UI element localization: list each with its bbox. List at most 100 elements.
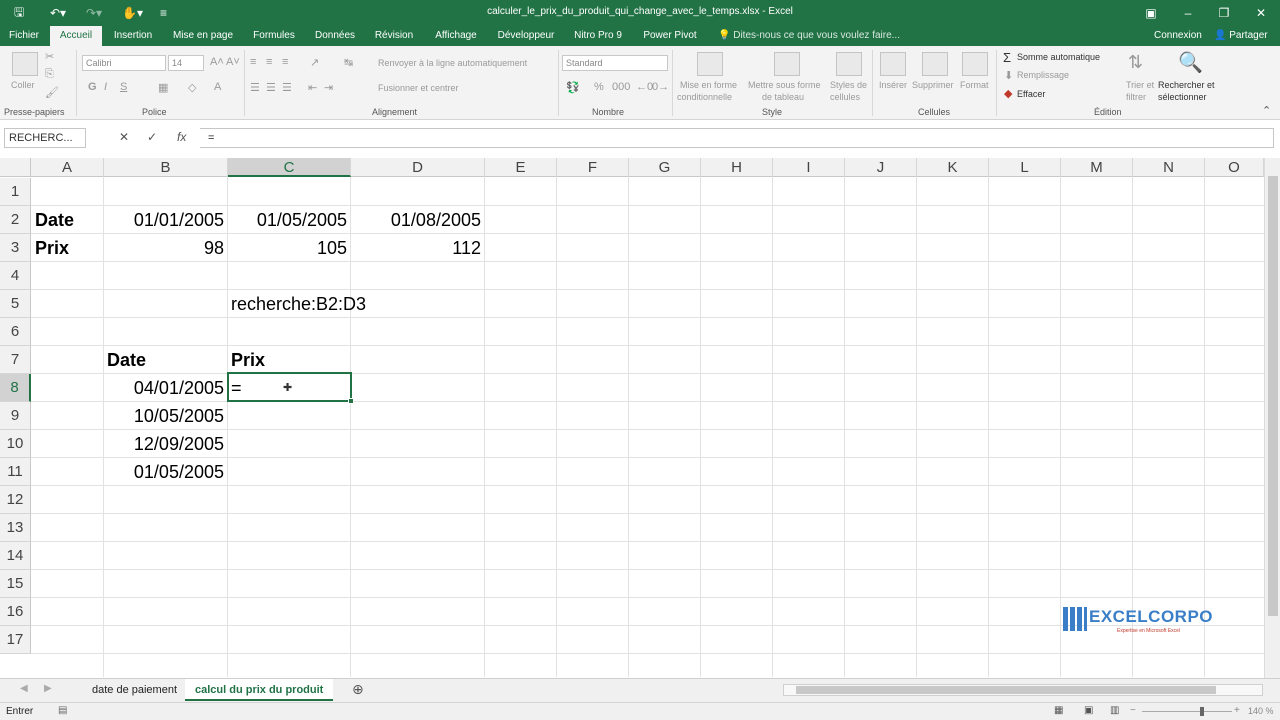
name-box[interactable]: RECHERC... [4,128,86,148]
fill-icon[interactable]: ⬇ [1004,69,1013,82]
row-header-5[interactable]: 5 [0,290,31,318]
format-cells-button[interactable]: Format [960,80,989,90]
align-middle-icon[interactable]: ≡ [266,56,272,68]
fill-color-icon[interactable]: ◇ [188,81,196,94]
cell-b7[interactable]: Date [107,346,146,374]
insert-cells-button[interactable]: Insérer [879,80,907,90]
sort-filter-icon[interactable]: ⇅ [1128,52,1143,73]
align-right-icon[interactable]: ☰ [282,81,292,94]
font-color-icon[interactable]: A [214,81,221,93]
close-icon[interactable]: ✕ [1251,4,1271,22]
align-bottom-icon[interactable]: ≡ [282,56,288,68]
select-all-button[interactable] [0,158,31,177]
page-layout-view-icon[interactable]: ▣ [1084,705,1093,716]
cell-d2[interactable]: 01/08/2005 [351,206,481,234]
column-header-n[interactable]: N [1133,158,1205,177]
cell-c5[interactable]: recherche:B2:D3 [231,290,366,318]
autosum-icon[interactable]: Σ [1003,50,1011,65]
cell-styles-label-2[interactable]: cellules [830,92,860,102]
next-sheet-icon[interactable]: ▶ [44,683,52,694]
grow-font-icon[interactable]: A˄ [210,56,224,68]
row-header-14[interactable]: 14 [0,542,31,570]
row-header-1[interactable]: 1 [0,178,31,206]
number-format-select[interactable]: Standard [562,55,668,71]
increase-indent-icon[interactable]: ⇥ [324,81,333,94]
vertical-scrollbar[interactable] [1264,158,1280,678]
borders-icon[interactable]: ▦ [158,81,168,94]
row-header-13[interactable]: 13 [0,514,31,542]
paste-icon[interactable] [12,52,38,76]
tab-affichage[interactable]: Affichage [428,26,484,46]
column-header-h[interactable]: H [701,158,773,177]
thousands-icon[interactable]: 000 [612,81,630,93]
tab-formules[interactable]: Formules [248,26,300,46]
row-header-11[interactable]: 11 [0,458,31,486]
collapse-ribbon-icon[interactable]: ⌃ [1262,104,1271,117]
find-select-icon[interactable]: 🔍 [1178,50,1203,75]
cell-b3[interactable]: 98 [104,234,224,262]
horizontal-scroll-thumb[interactable] [796,686,1216,694]
prev-sheet-icon[interactable]: ◀ [20,683,28,694]
tab-accueil[interactable]: Accueil [50,26,102,46]
cell-c7[interactable]: Prix [231,346,265,374]
column-header-g[interactable]: G [629,158,701,177]
column-header-e[interactable]: E [485,158,557,177]
new-sheet-icon[interactable]: ⊕ [352,681,364,698]
column-header-b[interactable]: B [104,158,228,177]
tab-donnees[interactable]: Données [310,26,360,46]
cell-b11[interactable]: 01/05/2005 [104,458,224,486]
cell-styles-label-1[interactable]: Styles de [830,80,867,90]
row-header-15[interactable]: 15 [0,570,31,598]
sheet-tab-calcul-du-prix[interactable]: calcul du prix du produit [185,679,334,701]
conditional-format-label-1[interactable]: Mise en forme [680,80,737,90]
increase-decimal-icon[interactable]: ←0 [636,81,653,93]
conditional-format-label-2[interactable]: conditionnelle [677,92,732,102]
accounting-format-icon[interactable]: 💱 [566,81,580,94]
eraser-icon[interactable]: ◆ [1004,87,1012,100]
column-header-m[interactable]: M [1061,158,1133,177]
page-break-view-icon[interactable]: ▥ [1110,705,1119,716]
column-header-a[interactable]: A [31,158,104,177]
clear-button[interactable]: Effacer [1017,89,1045,99]
column-header-d[interactable]: D [351,158,485,177]
format-painter-icon[interactable]: 🖌 [45,86,59,99]
cut-icon[interactable]: ✂ [45,50,54,63]
delete-cells-icon[interactable] [922,52,948,76]
column-header-c[interactable]: C [228,158,351,177]
row-header-6[interactable]: 6 [0,318,31,346]
horizontal-scrollbar[interactable] [783,684,1263,696]
column-header-j[interactable]: J [845,158,917,177]
autosum-button[interactable]: Somme automatique [1017,52,1100,62]
formula-input[interactable]: = [200,128,1274,148]
zoom-slider[interactable] [1142,711,1232,712]
vertical-scroll-thumb[interactable] [1268,176,1278,616]
cell-styles-icon[interactable] [836,52,862,76]
insert-function-icon[interactable]: fx [177,130,186,144]
decrease-indent-icon[interactable]: ⇤ [308,81,317,94]
tab-fichier[interactable]: Fichier [4,26,44,46]
align-top-icon[interactable]: ≡ [250,56,256,68]
find-select-label-1[interactable]: Rechercher et [1158,80,1215,90]
sort-filter-label-2[interactable]: filtrer [1126,92,1146,102]
row-header-12[interactable]: 12 [0,486,31,514]
share-button[interactable]: 👤 Partager [1214,26,1268,46]
minimize-icon[interactable]: – [1178,4,1198,22]
orientation-icon[interactable]: ↗ [310,56,319,69]
row-header-10[interactable]: 10 [0,430,31,458]
tab-insertion[interactable]: Insertion [108,26,158,46]
cell-b8[interactable]: 04/01/2005 [104,374,224,402]
sort-filter-label-1[interactable]: Trier et [1126,80,1154,90]
column-header-k[interactable]: K [917,158,989,177]
row-header-4[interactable]: 4 [0,262,31,290]
column-header-i[interactable]: I [773,158,845,177]
zoom-in-icon[interactable]: + [1234,705,1240,716]
zoom-slider-thumb[interactable] [1200,707,1204,716]
connexion-link[interactable]: Connexion [1154,26,1202,46]
row-header-17[interactable]: 17 [0,626,31,654]
cell-b9[interactable]: 10/05/2005 [104,402,224,430]
row-header-16[interactable]: 16 [0,598,31,626]
bold-icon[interactable]: G [88,81,97,93]
macro-record-icon[interactable]: ▤ [58,705,67,716]
cell-a3[interactable]: Prix [35,234,69,262]
italic-icon[interactable]: I [104,81,107,93]
